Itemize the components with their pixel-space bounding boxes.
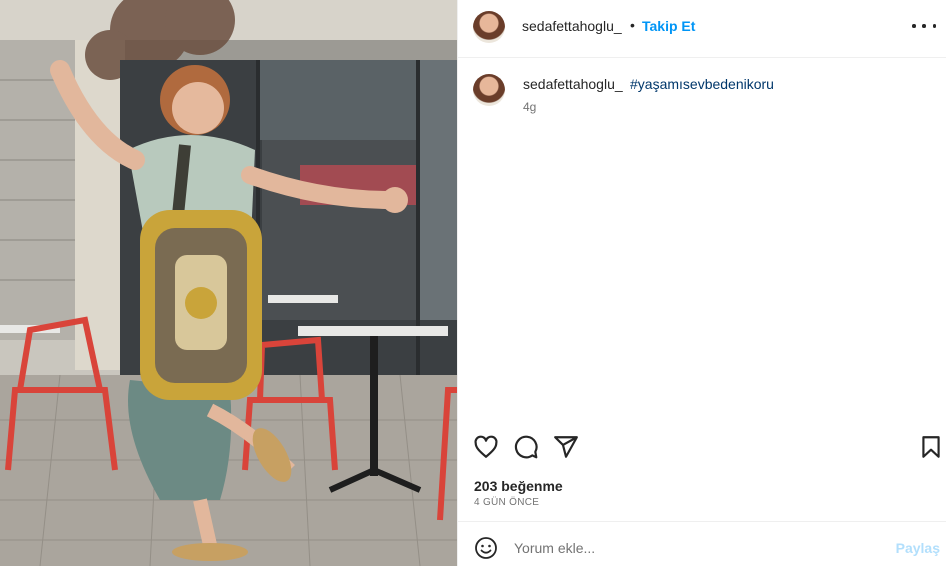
post-photo[interactable]	[0, 0, 457, 566]
caption-username[interactable]: sedafettahoglu_	[523, 76, 623, 92]
like-count[interactable]: 203 beğenme	[474, 478, 563, 494]
more-options-icon[interactable]	[912, 16, 936, 36]
post-header: sedafettahoglu_ • Takip Et	[458, 0, 946, 58]
comment-input[interactable]	[512, 532, 886, 564]
post-comment-button[interactable]: Paylaş	[896, 540, 940, 556]
comment-bar: Paylaş	[458, 521, 946, 567]
header-username[interactable]: sedafettahoglu_	[522, 18, 622, 34]
emoji-icon[interactable]	[474, 536, 498, 560]
comment-icon[interactable]	[513, 434, 539, 460]
avatar[interactable]	[473, 11, 505, 43]
caption-avatar[interactable]	[473, 74, 505, 106]
separator-dot: •	[630, 17, 635, 33]
bookmark-icon[interactable]	[918, 434, 944, 460]
action-bar	[458, 430, 946, 466]
caption-hashtag[interactable]: #yaşamısevbedenikoru	[630, 76, 774, 92]
heart-icon[interactable]	[473, 434, 499, 460]
caption-timestamp[interactable]: 4g	[523, 100, 536, 114]
follow-button[interactable]: Takip Et	[642, 18, 695, 34]
post-timestamp[interactable]: 4 GÜN ÖNCE	[474, 497, 539, 508]
street-scene-photo	[0, 0, 457, 566]
send-icon[interactable]	[553, 434, 579, 460]
post-side-panel: sedafettahoglu_ • Takip Et sedafettahogl…	[457, 0, 946, 566]
